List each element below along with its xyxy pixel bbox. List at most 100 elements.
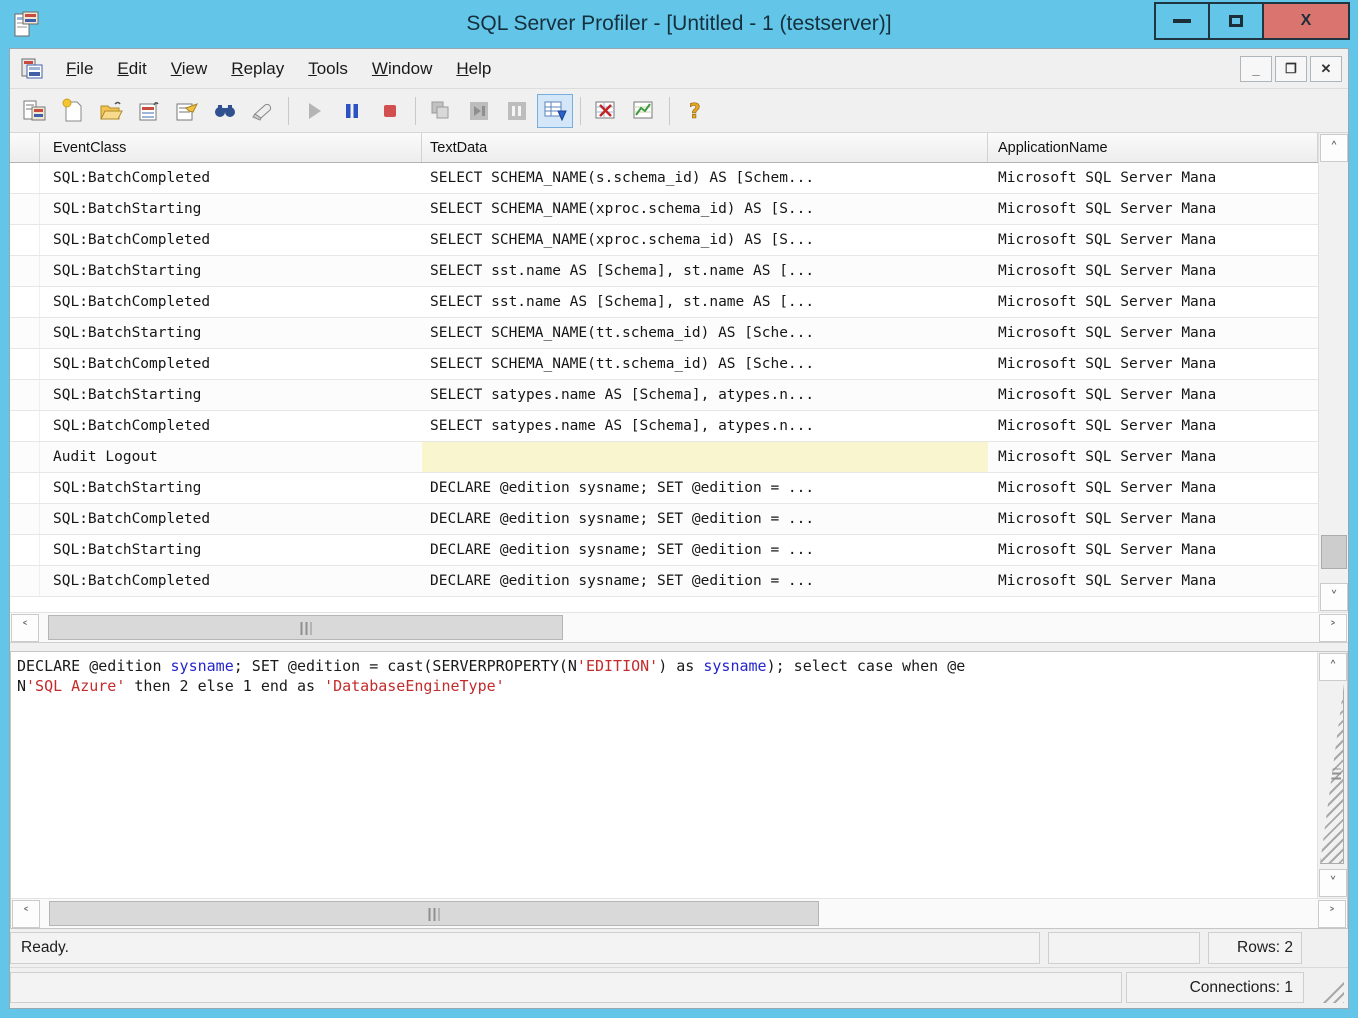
- row-selector[interactable]: [10, 225, 40, 255]
- menu-replay[interactable]: Replay: [219, 53, 296, 85]
- row-selector[interactable]: [10, 473, 40, 503]
- properties-button[interactable]: [169, 94, 205, 128]
- grid-vscroll-thumb[interactable]: [1321, 535, 1347, 569]
- table-row[interactable]: SQL:BatchStarting SELECT SCHEMA_NAME(xpr…: [10, 194, 1318, 225]
- scroll-right-button[interactable]: ˃: [1319, 614, 1347, 642]
- table-row[interactable]: SQL:BatchStarting DECLARE @edition sysna…: [10, 535, 1318, 566]
- row-selector[interactable]: [10, 256, 40, 286]
- sql-text-view[interactable]: DECLARE @edition sysname; SET @edition =…: [11, 652, 1317, 898]
- maximize-button[interactable]: [1210, 4, 1262, 38]
- event-class-cell: SQL:BatchStarting: [40, 380, 422, 410]
- menu-view[interactable]: View: [159, 53, 220, 85]
- run-to-cursor-button[interactable]: [499, 94, 535, 128]
- find-binoculars-icon: [212, 98, 238, 124]
- table-row[interactable]: SQL:BatchStarting SELECT SCHEMA_NAME(tt.…: [10, 318, 1318, 349]
- copy-button[interactable]: [423, 94, 459, 128]
- resize-grip[interactable]: [1320, 979, 1344, 1003]
- menu-window[interactable]: Window: [360, 53, 444, 85]
- scroll-left-button[interactable]: ˂: [12, 900, 40, 928]
- detail-horizontal-scrollbar[interactable]: ˂ ˃: [11, 898, 1347, 928]
- detail-hscroll-thumb[interactable]: [49, 901, 819, 926]
- text-data-cell: SELECT SCHEMA_NAME(xproc.schema_id) AS […: [422, 225, 988, 255]
- trace-grid: EventClass TextData ApplicationName SQL:…: [10, 133, 1348, 643]
- row-selector[interactable]: [10, 163, 40, 193]
- scroll-down-button[interactable]: ˅: [1319, 869, 1347, 897]
- find-button[interactable]: [207, 94, 243, 128]
- column-header-eventclass[interactable]: EventClass: [40, 133, 422, 162]
- column-header-applicationname[interactable]: ApplicationName: [988, 133, 1318, 162]
- table-row[interactable]: SQL:BatchStarting SELECT satypes.name AS…: [10, 380, 1318, 411]
- row-selector[interactable]: [10, 349, 40, 379]
- step-button[interactable]: [461, 94, 497, 128]
- row-selector[interactable]: [10, 318, 40, 348]
- mdi-restore-button[interactable]: ❐: [1275, 56, 1307, 82]
- grid-vertical-scrollbar[interactable]: ˄ ˅: [1318, 133, 1348, 612]
- event-class-cell: SQL:BatchStarting: [40, 194, 422, 224]
- row-selector[interactable]: [10, 411, 40, 441]
- text-data-cell: DECLARE @edition sysname; SET @edition =…: [422, 504, 988, 534]
- row-selector[interactable]: [10, 287, 40, 317]
- table-row[interactable]: SQL:BatchCompleted DECLARE @edition sysn…: [10, 504, 1318, 535]
- status-message-panel: [10, 972, 1122, 1003]
- open-trace-button[interactable]: [93, 94, 129, 128]
- sql-token-string: 'DatabaseEngineType': [324, 677, 505, 695]
- cancel-grid-button[interactable]: [588, 94, 624, 128]
- sql-token-default: N: [17, 677, 26, 695]
- pane-splitter[interactable]: [10, 643, 1348, 651]
- scroll-left-button[interactable]: ˂: [11, 614, 39, 642]
- menu-tools[interactable]: Tools: [296, 53, 360, 85]
- row-selector[interactable]: [10, 535, 40, 565]
- mdi-minimize-button[interactable]: _: [1240, 56, 1272, 82]
- help-button[interactable]: ?: [677, 94, 713, 128]
- scroll-right-button[interactable]: ˃: [1318, 900, 1346, 928]
- row-selector[interactable]: [10, 380, 40, 410]
- table-row[interactable]: SQL:BatchCompleted SELECT satypes.name A…: [10, 411, 1318, 442]
- table-row[interactable]: SQL:BatchCompleted SELECT sst.name AS [S…: [10, 287, 1318, 318]
- open-table-button[interactable]: [131, 94, 167, 128]
- menu-edit[interactable]: Edit: [105, 53, 158, 85]
- menu-help[interactable]: Help: [444, 53, 503, 85]
- grid-cancel-icon: [593, 98, 619, 124]
- minimize-button[interactable]: [1156, 4, 1208, 38]
- detail-vscroll-thumb[interactable]: [1320, 684, 1344, 864]
- detail-vertical-scrollbar[interactable]: ˄ ˅: [1317, 652, 1347, 898]
- scroll-down-button[interactable]: ˅: [1320, 583, 1348, 611]
- text-data-cell: SELECT SCHEMA_NAME(tt.schema_id) AS [Sch…: [422, 318, 988, 348]
- autoscroll-button[interactable]: [537, 94, 573, 128]
- scroll-up-button[interactable]: ˄: [1320, 134, 1348, 162]
- table-row[interactable]: SQL:BatchStarting SELECT sst.name AS [Sc…: [10, 256, 1318, 287]
- row-selector[interactable]: [10, 194, 40, 224]
- chart-button[interactable]: [626, 94, 662, 128]
- table-row[interactable]: SQL:BatchStarting DECLARE @edition sysna…: [10, 473, 1318, 504]
- sql-token-default: ; SET @edition = cast(SERVERPROPERTY(N: [234, 657, 577, 675]
- grid-hscroll-thumb[interactable]: [48, 615, 563, 640]
- pause-trace-button[interactable]: [334, 94, 370, 128]
- application-name-cell: Microsoft SQL Server Mana: [988, 504, 1318, 534]
- close-button[interactable]: X: [1264, 4, 1348, 38]
- row-selector[interactable]: [10, 442, 40, 472]
- mdi-close-button[interactable]: ✕: [1310, 56, 1342, 82]
- stop-trace-button[interactable]: [372, 94, 408, 128]
- toolbar-separator: [415, 97, 416, 125]
- column-header-textdata[interactable]: TextData: [422, 133, 988, 162]
- clear-trace-button[interactable]: [245, 94, 281, 128]
- scroll-up-button[interactable]: ˄: [1319, 653, 1347, 681]
- minimize-icon: [1173, 19, 1191, 23]
- table-row[interactable]: SQL:BatchCompleted SELECT SCHEMA_NAME(s.…: [10, 163, 1318, 194]
- pause-icon: [341, 100, 363, 122]
- application-name-cell: Microsoft SQL Server Mana: [988, 411, 1318, 441]
- table-row[interactable]: Audit Logout Microsoft SQL Server Mana: [10, 442, 1318, 473]
- row-selector[interactable]: [10, 566, 40, 596]
- menu-file[interactable]: File: [54, 53, 105, 85]
- start-replay-button[interactable]: [296, 94, 332, 128]
- new-trace-button[interactable]: [17, 94, 53, 128]
- row-selector[interactable]: [10, 504, 40, 534]
- table-row[interactable]: SQL:BatchCompleted SELECT SCHEMA_NAME(xp…: [10, 225, 1318, 256]
- table-row[interactable]: SQL:BatchCompleted DECLARE @edition sysn…: [10, 566, 1318, 597]
- trace-status-bar: Ready. Rows: 2: [10, 929, 1348, 967]
- row-selector-header[interactable]: [10, 133, 40, 162]
- new-document-button[interactable]: [55, 94, 91, 128]
- application-name-cell: Microsoft SQL Server Mana: [988, 163, 1318, 193]
- grid-horizontal-scrollbar[interactable]: ˂ ˃: [10, 612, 1348, 642]
- table-row[interactable]: SQL:BatchCompleted SELECT SCHEMA_NAME(tt…: [10, 349, 1318, 380]
